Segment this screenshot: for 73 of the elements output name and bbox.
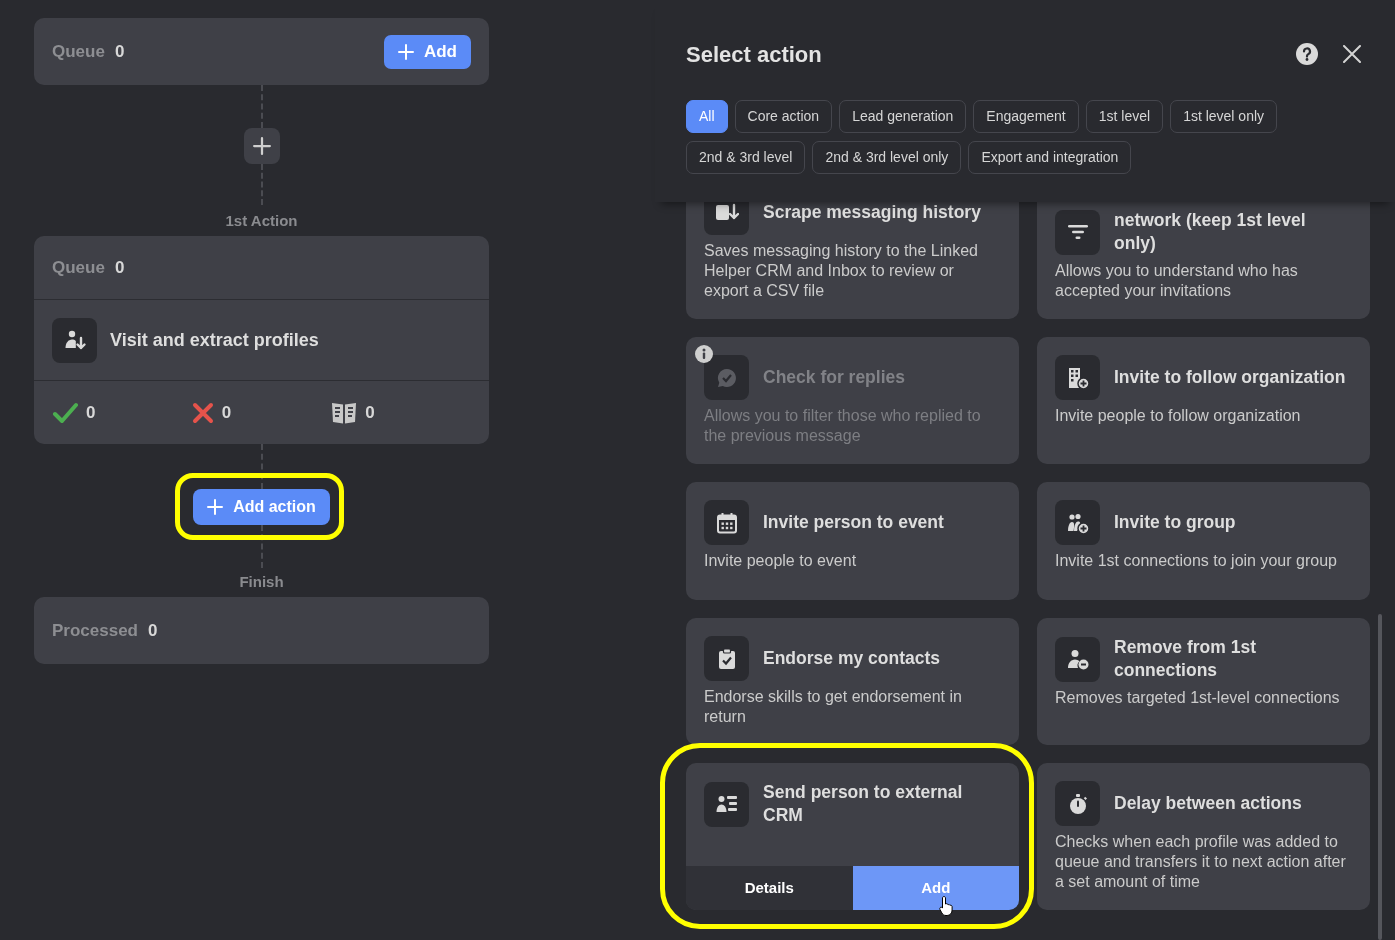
action-card[interactable]: Remove from 1st connections Removes targeted 1st-level connections <box>1037 618 1370 745</box>
queue-count: 0 <box>114 40 125 63</box>
action-description: Invite people to event <box>704 551 858 571</box>
filter-chip[interactable]: Engagement <box>973 100 1079 133</box>
queue-label: Queue <box>52 40 105 63</box>
filter-chip[interactable]: 1st level <box>1085 100 1164 133</box>
filter-chip[interactable]: 2nd & 3rd level <box>686 141 806 174</box>
processed-label: Processed <box>52 619 138 642</box>
queue-label: Queue <box>52 256 105 279</box>
hand-cursor-icon <box>938 895 955 917</box>
plus-icon <box>252 137 271 155</box>
building-plus-icon <box>1055 355 1100 400</box>
action-title: Send person to external CRM <box>763 781 964 827</box>
processed-count: 0 <box>148 619 158 642</box>
plus-icon <box>207 499 224 515</box>
group-plus-icon <box>1055 500 1100 545</box>
action-title: Scrape messaging history <box>763 202 982 224</box>
action-title: Remove from 1st connections <box>1114 636 1257 682</box>
dashed-connector <box>260 525 263 568</box>
filter-icon <box>1055 209 1100 255</box>
chat-check-icon <box>704 355 749 400</box>
action-title: network (keep 1st level only) <box>1114 209 1307 255</box>
action-description: Removes targeted 1st-level connections <box>1055 688 1341 708</box>
queue-count: 0 <box>114 256 125 279</box>
close-icon[interactable] <box>1343 45 1361 63</box>
action-card[interactable]: Scrape messaging history Saves messaging history to the Linked Helper CRM and Inbox to review or export a CSV file <box>686 202 1019 319</box>
action-title: Endorse my contacts <box>763 647 941 670</box>
stat-value: 0 <box>86 401 96 424</box>
action-description: Saves messaging history to the Linked Helper CRM and Inbox to review or export a CSV file <box>704 241 979 301</box>
calendar-icon <box>704 500 749 545</box>
stopwatch-icon <box>1055 781 1100 826</box>
scrollbar-thumb[interactable] <box>1378 614 1382 940</box>
action-description: Endorse skills to get endorsement in return <box>704 687 963 727</box>
filter-chip[interactable]: 2nd & 3rd level only <box>812 141 962 174</box>
step-caption: 1st Action <box>225 212 298 230</box>
cross-icon <box>191 401 214 424</box>
action-description: Allows you to filter those who replied to the previous message <box>704 406 982 446</box>
book-icon <box>331 401 358 424</box>
action-description: Allows you to understand who has accepted your invitations <box>1055 261 1299 301</box>
check-icon <box>52 401 78 424</box>
action-card[interactable]: Delay between actions Checks when each profile was added to queue and transfers it to next action after a set amount of time <box>1037 763 1370 910</box>
step-card[interactable]: Queue 0 Visit and extract profiles 0 0 0 <box>34 236 489 444</box>
stat-value: 0 <box>221 401 232 424</box>
action-card[interactable]: Invite to group Invite 1st connections to join your group <box>1037 482 1370 600</box>
person-download-icon <box>52 317 97 363</box>
action-title: Invite to follow organization <box>1114 366 1347 389</box>
action-card[interactable]: Endorse my contacts Endorse skills to get endorsement in return <box>686 618 1019 745</box>
filter-chip[interactable]: Export and integration <box>968 141 1132 174</box>
filter-chip[interactable]: 1st level only <box>1170 100 1278 133</box>
details-button[interactable]: Details <box>686 866 853 910</box>
action-title: Invite person to event <box>763 511 945 534</box>
action-description: Invite 1st connections to join your group <box>1055 551 1338 571</box>
step-caption: Finish <box>239 573 284 591</box>
action-title: Check for replies <box>763 366 906 389</box>
action-card[interactable]: Invite to follow organization Invite people to follow organization <box>1037 337 1370 464</box>
action-title: Delay between actions <box>1114 792 1303 815</box>
filter-chip[interactable]: Lead generation <box>839 100 967 133</box>
filter-chip[interactable]: Core action <box>734 100 833 133</box>
action-title: Invite to group <box>1114 511 1237 534</box>
stat-value: 0 <box>365 401 375 424</box>
clipboard-check-icon <box>704 636 749 681</box>
person-minus-icon <box>1055 636 1100 682</box>
action-card[interactable]: Invite person to event Invite people to event <box>686 482 1019 600</box>
action-description: Invite people to follow organization <box>1055 406 1302 426</box>
plus-icon <box>397 43 414 60</box>
person-list-icon <box>704 781 749 827</box>
step-title: Visit and extract profiles <box>110 328 319 352</box>
insert-step-button[interactable] <box>243 128 280 164</box>
panel-title: Select action <box>686 40 822 69</box>
action-description: Checks when each profile was added to queue and transfers it to next action after a set amount of time <box>1055 832 1347 892</box>
action-card[interactable]: network (keep 1st level only) Allows you to understand who has accepted your invitations <box>1037 202 1370 319</box>
help-icon[interactable] <box>1296 43 1318 65</box>
dashed-connector <box>260 164 263 205</box>
